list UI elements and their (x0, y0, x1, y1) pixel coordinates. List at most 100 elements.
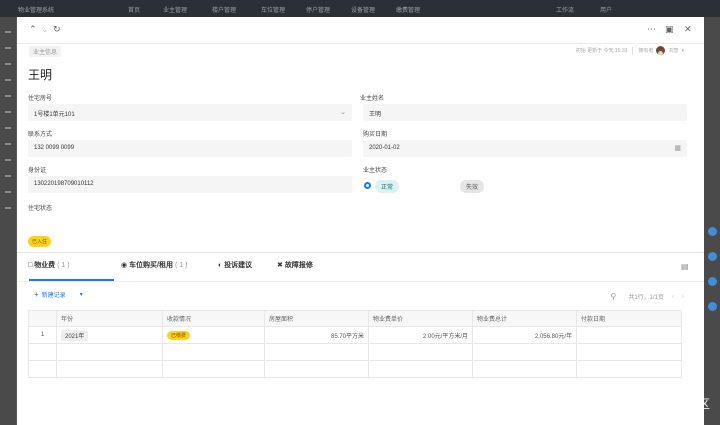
watermark: @稀土掘金技术社区 (601, 397, 710, 411)
table-row-empty (28, 360, 682, 378)
record-type-tag: 业主信息 (29, 46, 62, 57)
pay-status-cell: 已缴费 (162, 326, 265, 344)
tab-complaints[interactable]: ◐ 投诉建议 (218, 260, 252, 270)
table-header[interactable]: 付款日期 (576, 310, 682, 327)
background-right-rail (704, 17, 720, 425)
calendar-icon: ▦ (674, 145, 681, 152)
tab-count: ( 1 ) (57, 262, 70, 269)
table-header[interactable]: 年份 (56, 310, 163, 327)
background-nav-item: 车位管理 (261, 8, 286, 14)
chevron-up-icon[interactable]: ⌃ (29, 25, 37, 34)
background-nav-item: 楼户管理 (212, 8, 237, 14)
table-header-index (28, 310, 57, 327)
record-modal: ⌃ ⌄ ↻ ⋯ ▣ ✕ 业主信息 初始 更新于 今天 15:33 拥有者 刘智 … (17, 17, 704, 425)
tab-divider (17, 281, 704, 282)
area-cell: 85.70平方米 (264, 326, 369, 344)
dropdown-icon[interactable]: ▾ (80, 291, 83, 298)
owner-name-field[interactable]: 王明 (363, 104, 687, 121)
table-header[interactable]: 物业费单价 (368, 310, 473, 327)
tab-parking[interactable]: ◉ 车位购买/租用 ( 1 ) (121, 260, 187, 270)
row-index: 1 (28, 326, 57, 344)
owner-name[interactable]: 刘智 (668, 47, 678, 54)
room-label: 住宅房号 (28, 96, 53, 102)
record-meta: 初始 更新于 今天 15:33 拥有者 刘智 ▾ (576, 46, 684, 55)
background-app-name: 物业管理系统 (18, 8, 55, 14)
print-icon[interactable]: ▤ (681, 262, 689, 271)
chat-icon: ◐ (218, 262, 223, 269)
more-icon[interactable]: ⋯ (647, 25, 656, 34)
add-record-button[interactable]: + 新建记录 ▾ (34, 290, 83, 299)
owner-status-radio-active[interactable] (364, 182, 371, 189)
search-icon[interactable]: ⚲ (610, 292, 616, 301)
year-tag: 2021年 (61, 329, 89, 341)
pagination-text: 共1行，1/1页 (628, 295, 664, 301)
tab-count: ( 1 ) (174, 262, 188, 269)
table-header[interactable]: 物业费总计 (472, 310, 577, 327)
tab-label: 故障报修 (284, 262, 313, 269)
close-icon[interactable]: ✕ (684, 25, 692, 34)
next-page-icon[interactable]: › (682, 294, 684, 300)
table-header[interactable]: 房屋面积 (264, 310, 369, 327)
tab-label: 车位购买/租用 (129, 262, 174, 269)
contact-label: 联系方式 (28, 132, 53, 138)
table-toolbar: ⚲ 共1行，1/1页 ‹ › (610, 292, 684, 301)
contact-value: 132 0099 0099 (34, 145, 75, 151)
add-record-label: 新建记录 (41, 293, 66, 299)
plus-icon: + (34, 290, 39, 299)
refresh-icon[interactable]: ↻ (53, 25, 61, 34)
car-icon: ◉ (121, 262, 128, 269)
pay-status-badge: 已缴费 (167, 330, 191, 340)
background-nav-item: 缴费管理 (396, 8, 421, 14)
background-top-bar: 物业管理系统 首页 业主管理 楼户管理 车位管理 停户管理 设备管理 缴费管理 … (0, 0, 720, 17)
purchase-date-label: 购买日期 (363, 132, 388, 138)
owner-name-value: 王明 (369, 112, 382, 118)
list-icon: □ (28, 262, 33, 269)
table-header-row: 年份 收款情况 房屋面积 物业费单价 物业费总计 付款日期 (28, 310, 682, 327)
owner-dropdown-icon[interactable]: ▾ (681, 48, 684, 54)
room-select[interactable]: 1号楼1单元101 ⌄ (28, 104, 352, 121)
owner-name-label: 业主姓名 (360, 96, 385, 102)
chevron-down-icon: ⌄ (340, 109, 346, 116)
room-value: 1号楼1单元101 (34, 112, 75, 118)
unit-price-cell: 2.00元/平方米/月 (368, 326, 473, 344)
tab-repairs[interactable]: ✖ 故障报修 (277, 260, 313, 270)
background-user: 用户 (600, 8, 613, 14)
id-label: 身份证 (28, 168, 47, 174)
house-status-label: 住宅状态 (28, 206, 53, 212)
tab-label: 投诉建议 (224, 262, 253, 269)
owner-status-inactive[interactable]: 失效 (460, 180, 485, 193)
id-value: 130220198709010112 (34, 181, 94, 187)
background-nav-item: 设备管理 (351, 8, 376, 14)
modal-header: ⌃ ⌄ ↻ ⋯ ▣ ✕ (17, 17, 704, 44)
background-nav-item: 业主管理 (163, 8, 188, 14)
owner-label: 拥有者 (638, 48, 654, 54)
avatar[interactable] (656, 46, 666, 55)
id-field[interactable]: 130220198709010112 (28, 176, 352, 193)
purchase-date-value: 2020-01-02 (369, 145, 400, 151)
owner-status-active[interactable]: 正常 (375, 180, 400, 193)
prev-page-icon[interactable]: ‹ (672, 294, 674, 300)
wrench-icon: ✖ (277, 262, 283, 269)
pay-date-cell (576, 326, 682, 344)
record-meta-text: 初始 更新于 今天 15:33 (575, 48, 628, 54)
page-title: 王明 (28, 68, 53, 82)
house-status-badge[interactable]: 已入住 (28, 236, 52, 247)
table-row[interactable]: 1 2021年 已缴费 85.70平方米 2.00元/平方米/月 2,056.8… (28, 326, 682, 344)
purchase-date-field[interactable]: 2020-01-02 ▦ (363, 140, 687, 157)
table-row-empty (28, 343, 682, 361)
total-cell: 2,056.80元/年 (472, 326, 577, 344)
owner-status-label: 业主状态 (363, 168, 388, 174)
tab-property-fee[interactable]: □ 物业费 ( 1 ) (28, 260, 70, 270)
window-icon[interactable]: ▣ (665, 25, 674, 34)
table-header[interactable]: 收款情况 (162, 310, 265, 327)
background-nav-item: 首页 (128, 8, 141, 14)
section-divider (17, 252, 704, 253)
background-workflow: 工作流 (556, 8, 575, 14)
contact-field[interactable]: 132 0099 0099 (28, 140, 352, 157)
fee-table: 年份 收款情况 房屋面积 物业费单价 物业费总计 付款日期 1 2021年 已缴… (28, 310, 682, 378)
background-nav-item: 停户管理 (306, 8, 331, 14)
background-sidebar (0, 17, 16, 425)
chevron-down-icon[interactable]: ⌄ (41, 25, 49, 34)
year-cell: 2021年 (56, 326, 163, 344)
tab-label: 物业费 (34, 262, 56, 269)
